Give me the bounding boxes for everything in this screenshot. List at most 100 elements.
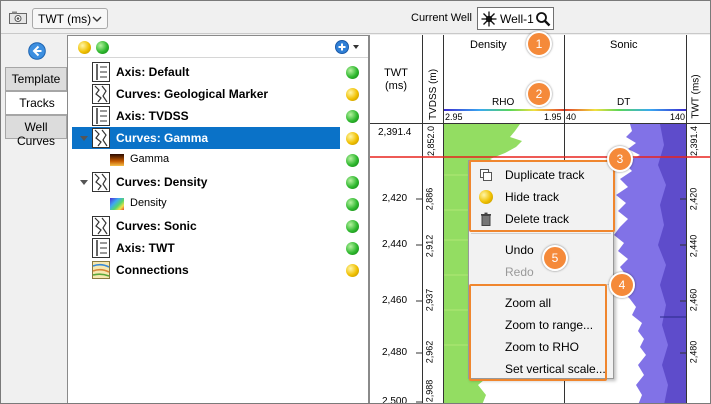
- highlight-box-zoom-actions: [469, 284, 607, 381]
- dt-curve-label[interactable]: DT: [617, 97, 630, 108]
- add-menu-caret-icon[interactable]: [353, 45, 359, 49]
- current-well-name: Well-1: [500, 12, 534, 26]
- tree-item-label: Gamma: [130, 153, 170, 165]
- tvdss-tick: 2,912: [423, 232, 444, 262]
- tree-item-label: Curves: Density: [116, 175, 208, 189]
- tree-item-axis-twt[interactable]: Axis: TWT: [72, 237, 340, 259]
- curve-track-icon: [92, 84, 110, 104]
- tree-item-gamma[interactable]: Gamma: [72, 149, 340, 171]
- current-well-label: Current Well: [411, 12, 472, 24]
- status-yellow-icon[interactable]: [78, 41, 91, 54]
- axis-track-icon: [92, 106, 110, 126]
- density-colormap-swatch: [110, 198, 124, 210]
- tree-item-label: Axis: TWT: [116, 241, 175, 255]
- tvdss-tick-label: 2,886: [424, 187, 435, 211]
- callout-badge: 1: [526, 31, 552, 57]
- chevron-down-icon: [92, 16, 102, 22]
- tvdss-tick: 2,886: [423, 185, 444, 215]
- callout-badge: 4: [609, 272, 635, 298]
- twt-tick-label: 2,440: [382, 239, 408, 250]
- tree-item-label: Axis: Default: [116, 65, 190, 79]
- highlight-box-track-actions: [469, 160, 615, 232]
- menu-separator: [471, 233, 611, 234]
- tvdss-tick: 2,962: [423, 338, 444, 368]
- tvdss-top-value-text: 2,852.0: [426, 125, 437, 157]
- tvdss-axis-header-text: TVDSS (m): [428, 68, 440, 121]
- status-yellow-icon[interactable]: [346, 88, 359, 101]
- status-green-icon[interactable]: [346, 110, 359, 123]
- axis-track-icon: [92, 238, 110, 258]
- menu-item-label: Redo: [505, 265, 534, 279]
- tracks-tree-panel: Axis: Default Curves: Geological Marker …: [67, 35, 369, 403]
- tree-item-curves-geological-marker[interactable]: Curves: Geological Marker: [72, 83, 340, 105]
- twt-right-tick: 2,420: [687, 185, 709, 215]
- callout-badge: 5: [542, 245, 568, 271]
- tree-item-label: Curves: Sonic: [116, 219, 197, 233]
- back-arrow-icon[interactable]: [28, 42, 46, 60]
- sonic-track-title[interactable]: Sonic: [610, 39, 638, 51]
- twt-top-value: 2,391.4: [378, 127, 412, 138]
- tab-template[interactable]: Template: [5, 67, 67, 91]
- tab-tracks[interactable]: Tracks: [5, 91, 69, 115]
- status-green-icon[interactable]: [346, 242, 359, 255]
- status-green-icon[interactable]: [346, 154, 359, 167]
- menu-item-undo[interactable]: Undo: [469, 239, 613, 261]
- curve-track-icon: [92, 172, 110, 192]
- twt-tick-label: 2,480: [382, 347, 408, 358]
- tree-header: [68, 36, 368, 58]
- rho-curve-label[interactable]: RHO: [492, 97, 514, 108]
- tree-item-density[interactable]: Density: [72, 193, 340, 215]
- tree-item-curves-sonic[interactable]: Curves: Sonic: [72, 215, 340, 237]
- tree-item-curves-gamma[interactable]: Curves: Gamma: [72, 127, 340, 149]
- camera-icon[interactable]: [9, 11, 27, 24]
- tab-tracks-label: Tracks: [19, 96, 55, 110]
- twt-right-top-value: 2,391.4: [687, 125, 709, 157]
- tree-item-label: Density: [130, 197, 167, 209]
- twt-right-tick-label: 2,440: [688, 234, 699, 258]
- status-yellow-icon[interactable]: [346, 264, 359, 277]
- status-green-icon[interactable]: [346, 176, 359, 189]
- callout-badge: 2: [526, 81, 552, 107]
- status-yellow-icon[interactable]: [346, 132, 359, 145]
- tree-item-label: Connections: [116, 263, 189, 277]
- units-dropdown[interactable]: TWT (ms): [32, 8, 108, 29]
- tvdss-tick-label: 2,912: [424, 234, 435, 258]
- tree-item-axis-default[interactable]: Axis: Default: [72, 61, 340, 83]
- density-track-title[interactable]: Density: [470, 39, 507, 51]
- tvdss-tick-label: 2,962: [424, 340, 435, 364]
- status-green-icon[interactable]: [346, 198, 359, 211]
- status-green-icon[interactable]: [96, 41, 109, 54]
- twt-right-axis-header: TWT (ms): [686, 74, 710, 118]
- tree-item-label: Curves: Geological Marker: [116, 87, 269, 101]
- expand-caret-icon[interactable]: [80, 180, 88, 185]
- menu-item-label: Undo: [505, 243, 534, 257]
- tree-item-connections[interactable]: Connections: [72, 259, 340, 281]
- tree-item-label: Axis: TVDSS: [116, 109, 189, 123]
- connections-icon: [92, 261, 110, 279]
- search-icon[interactable]: [535, 11, 551, 27]
- twt-right-tick-label: 2,420: [688, 187, 699, 211]
- expand-caret-icon[interactable]: [80, 136, 88, 141]
- status-green-icon[interactable]: [346, 66, 359, 79]
- tab-well-curves-label: Well Curves: [16, 120, 55, 148]
- left-tab-column: Template Tracks Well Curves: [1, 35, 69, 403]
- tree-item-axis-tvdss[interactable]: Axis: TVDSS: [72, 105, 340, 127]
- units-dropdown-value: TWT (ms): [38, 12, 92, 26]
- tree-item-curves-density[interactable]: Curves: Density: [72, 171, 340, 193]
- axis-track-icon: [92, 62, 110, 82]
- twt-right-tick-label: 2,480: [688, 340, 699, 364]
- status-green-icon[interactable]: [346, 220, 359, 233]
- twt-tick-label: 2,460: [382, 295, 408, 306]
- callout-badge: 3: [607, 146, 633, 172]
- tree-item-label: Curves: Gamma: [116, 131, 209, 145]
- add-track-icon[interactable]: [335, 40, 349, 54]
- current-well-field[interactable]: Well-1: [477, 7, 554, 30]
- dt-scale-min: 40: [566, 112, 577, 122]
- dt-scale-max: 140: [670, 112, 686, 122]
- tvdss-axis-header: TVDSS (m): [422, 69, 444, 120]
- gamma-colormap-swatch: [110, 154, 124, 166]
- tab-template-label: Template: [11, 72, 61, 86]
- twt-axis-header: TWT (ms): [384, 67, 408, 92]
- twt-right-tick: 2,440: [687, 232, 709, 262]
- tab-well-curves[interactable]: Well Curves: [5, 115, 67, 148]
